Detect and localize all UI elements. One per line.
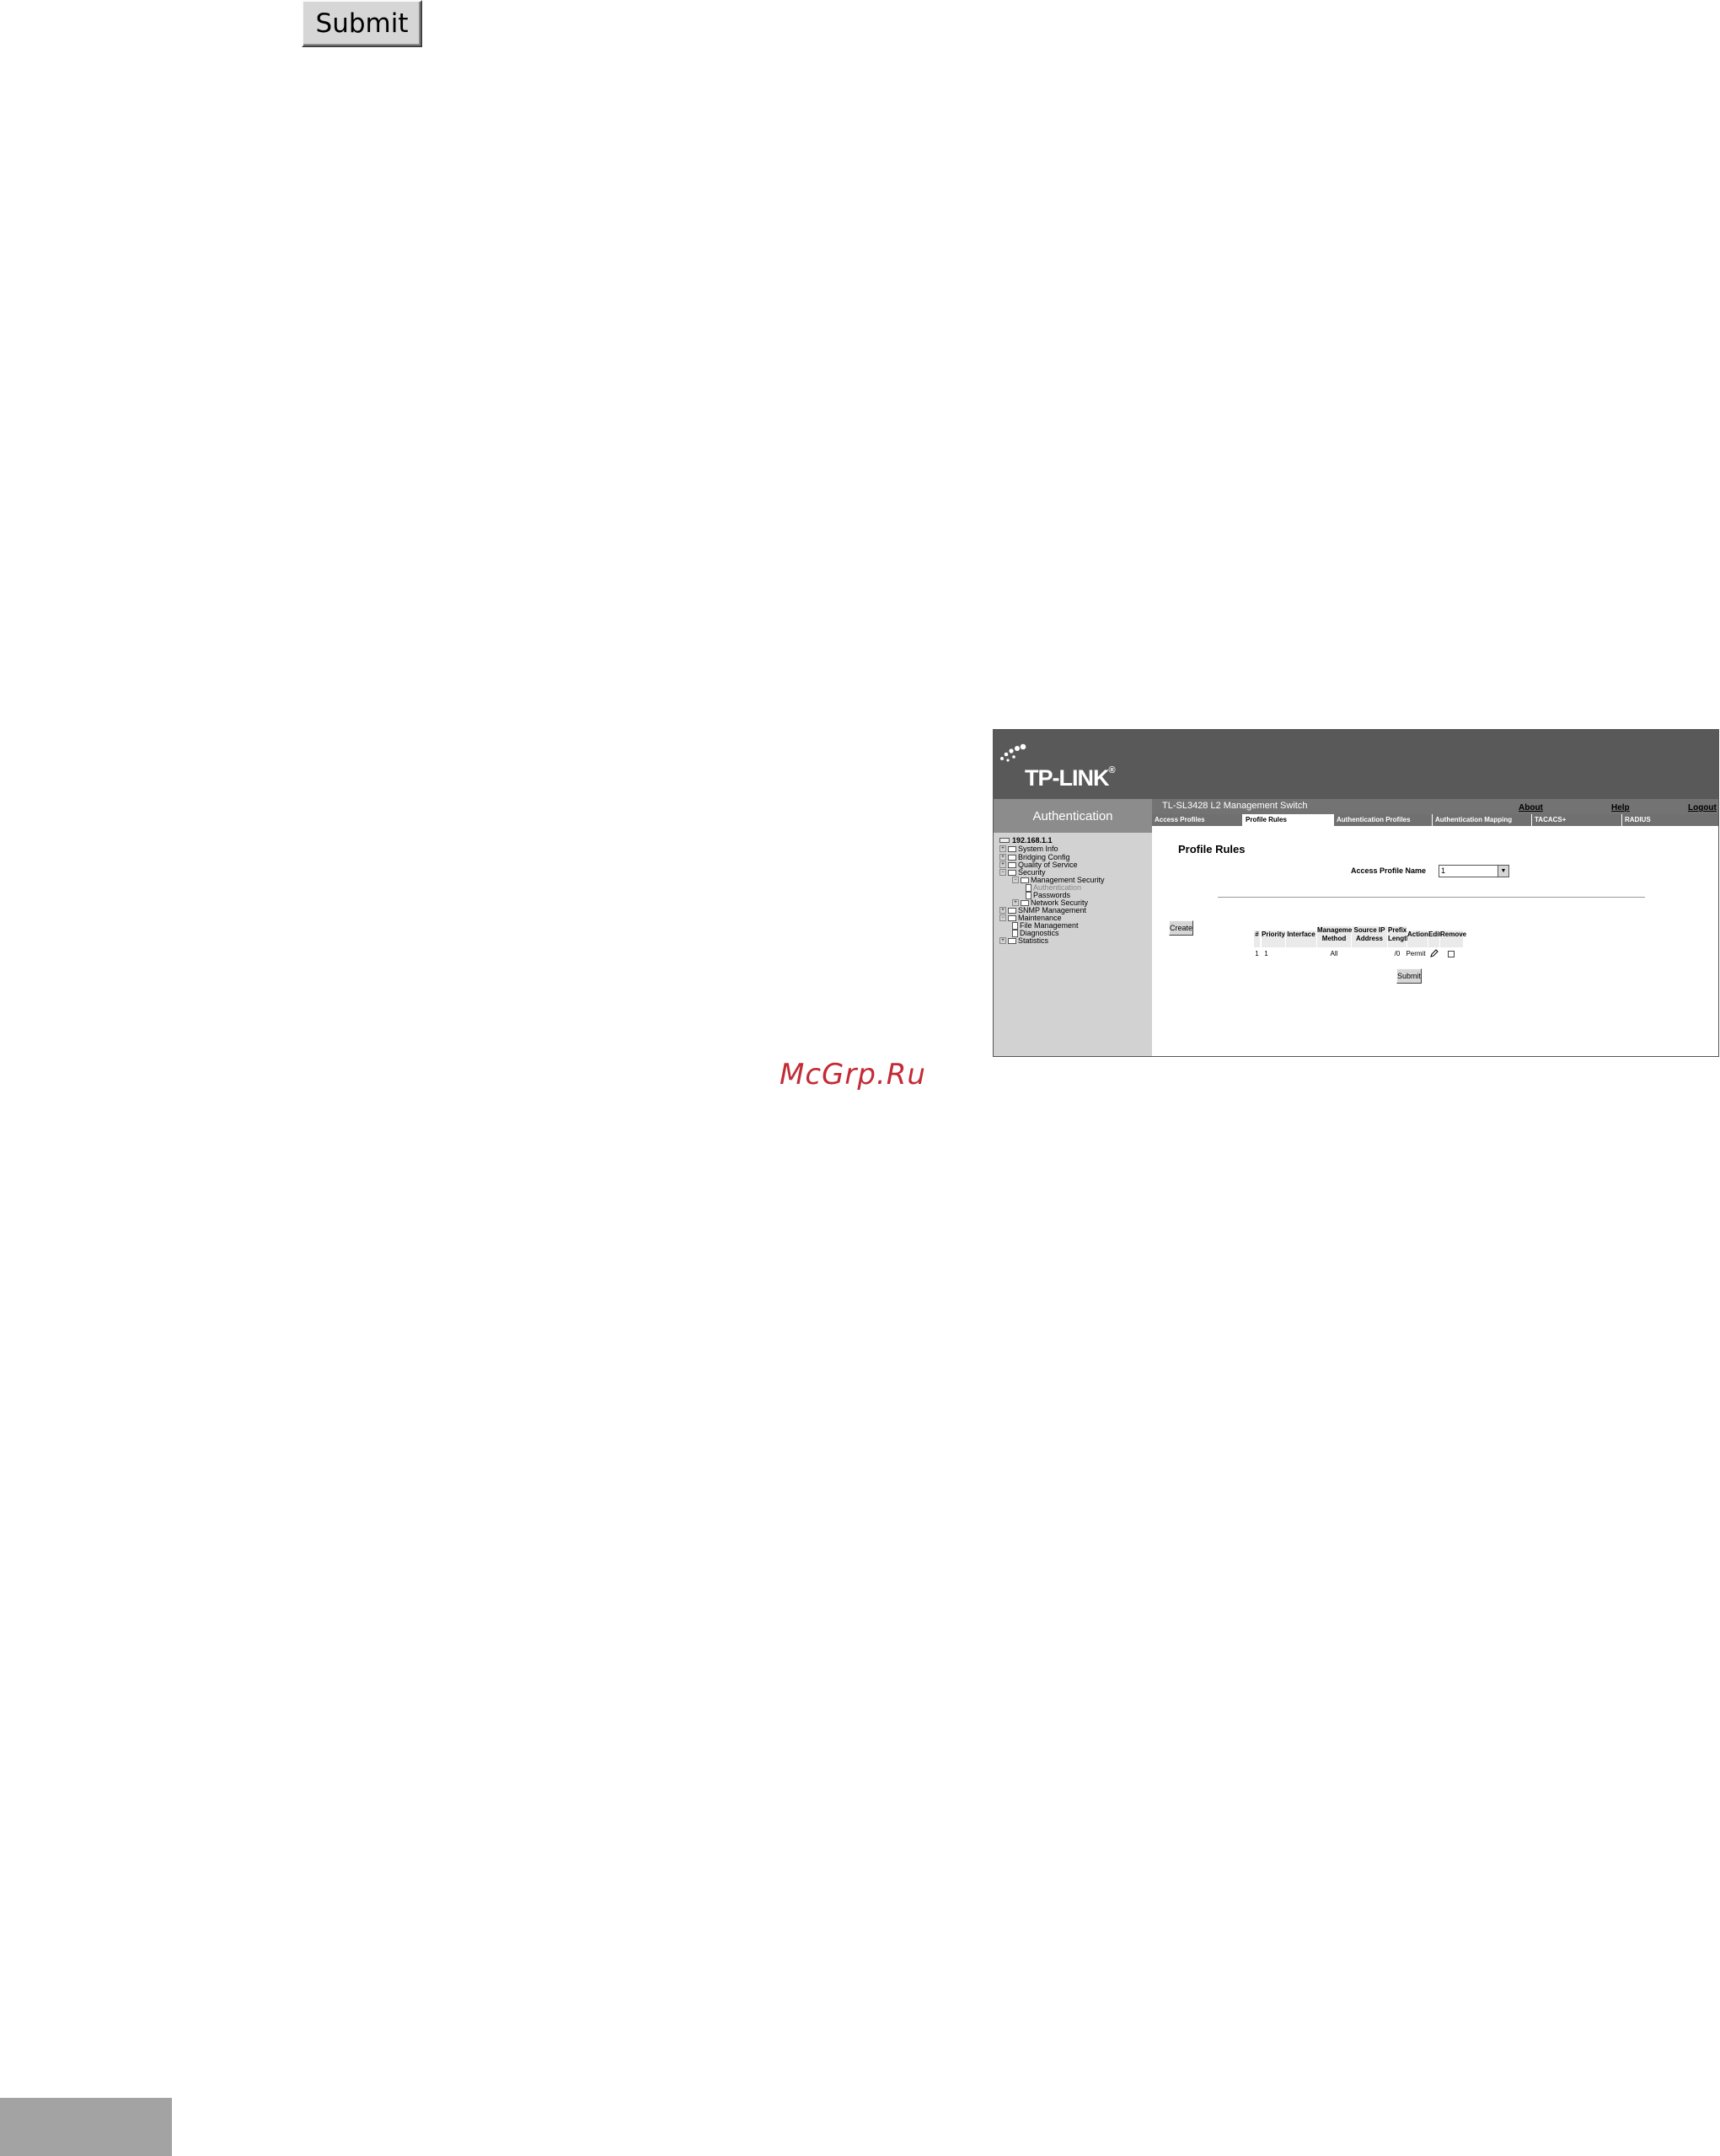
top-bar: TL-SL3428 L2 Management Switch About Hel… — [1152, 799, 1718, 814]
logout-link[interactable]: Logout — [1688, 803, 1717, 813]
column-header: Priority — [1262, 931, 1285, 947]
column-header: Prefix Length — [1388, 926, 1411, 947]
tree-root-label: 192.168.1.1 — [1012, 836, 1053, 845]
column-header: Action — [1407, 931, 1428, 947]
tab-authentication-profiles[interactable]: Authentication Profiles — [1334, 814, 1433, 826]
tree-item-label: System Info — [1018, 845, 1058, 853]
folder-icon — [1008, 937, 1016, 944]
logo-text: TP-LINK — [1025, 765, 1109, 791]
folder-icon — [1008, 845, 1016, 852]
folder-open-icon — [1021, 877, 1029, 883]
cell-management-method: All — [1330, 950, 1338, 957]
submit-button-small[interactable]: Submit — [1396, 968, 1422, 984]
switch-web-ui-screenshot: TP-LINK® Authentication TL-SL3428 L2 Man… — [993, 729, 1719, 1057]
create-button[interactable]: Create — [1169, 920, 1193, 936]
about-link[interactable]: About — [1519, 803, 1543, 813]
banner: TP-LINK® — [994, 730, 1718, 799]
tab-tacacs[interactable]: TACACS+ — [1532, 814, 1622, 826]
folder-icon — [1008, 861, 1016, 868]
cell-number: 1 — [1255, 950, 1259, 957]
access-profile-name-value: 1 — [1441, 866, 1446, 875]
logo-dots-icon — [1000, 743, 1026, 762]
access-profile-name-label: Access Profile Name — [1351, 866, 1427, 875]
cell-prefix-length: /0 — [1394, 950, 1401, 957]
tree-item-statistics[interactable]: + Statistics — [999, 936, 1048, 945]
folder-open-icon — [1008, 914, 1016, 921]
logo: TP-LINK® — [1025, 765, 1116, 791]
expand-icon: + — [999, 937, 1006, 944]
expand-icon: + — [999, 854, 1006, 861]
cell-priority: 1 — [1264, 950, 1268, 957]
column-header: Management Method — [1317, 926, 1358, 947]
cell-action: Permit — [1406, 950, 1426, 957]
column-header: Edit — [1428, 931, 1441, 947]
page-corner-block — [0, 2098, 172, 2156]
column-header: Source IP Address — [1352, 926, 1387, 947]
submit-button[interactable]: Submit — [302, 0, 422, 47]
tree-root[interactable]: 192.168.1.1 — [999, 836, 1053, 845]
content-area: Profile Rules Access Profile Name 1 ▼ Cr… — [1152, 826, 1718, 1056]
column-header: Remove — [1440, 931, 1466, 947]
chevron-down-icon[interactable]: ▼ — [1498, 866, 1508, 877]
switch-icon — [999, 838, 1010, 843]
collapse-icon: − — [999, 869, 1006, 876]
tab-authentication-mapping[interactable]: Authentication Mapping — [1433, 814, 1532, 826]
nav-title: Authentication — [994, 799, 1152, 833]
collapse-icon: − — [999, 914, 1006, 921]
watermark: McGrp.Ru — [780, 1058, 926, 1091]
tree-item-system-info[interactable]: + System Info — [999, 845, 1058, 853]
tab-access-profiles[interactable]: Access Profiles — [1152, 814, 1243, 826]
tree-item-label: Statistics — [1018, 936, 1049, 945]
column-header: Interface — [1286, 931, 1316, 947]
folder-icon — [1008, 854, 1016, 861]
remove-checkbox[interactable] — [1448, 951, 1455, 957]
edit-pencil-icon[interactable] — [1430, 949, 1439, 957]
divider — [1218, 897, 1645, 898]
column-header: # — [1254, 931, 1260, 947]
tab-bar: Access Profiles Profile Rules Authentica… — [1152, 814, 1718, 828]
access-profile-name-select[interactable]: 1 ▼ — [1439, 865, 1509, 877]
product-name: TL-SL3428 L2 Management Switch — [1162, 801, 1308, 811]
expand-icon: + — [1012, 899, 1019, 906]
tab-radius[interactable]: RADIUS — [1622, 814, 1718, 826]
expand-icon: + — [999, 907, 1006, 914]
collapse-icon: − — [1012, 877, 1019, 883]
folder-icon — [1021, 899, 1029, 906]
logo-registered-mark: ® — [1108, 765, 1115, 775]
expand-icon: + — [999, 861, 1006, 868]
page-title: Profile Rules — [1178, 843, 1246, 855]
sidebar-tree: 192.168.1.1 + System Info + Bridging Confi… — [994, 833, 1152, 1056]
folder-icon — [1008, 907, 1016, 914]
help-link[interactable]: Help — [1611, 803, 1630, 813]
folder-open-icon — [1008, 869, 1016, 876]
expand-icon: + — [999, 845, 1006, 852]
